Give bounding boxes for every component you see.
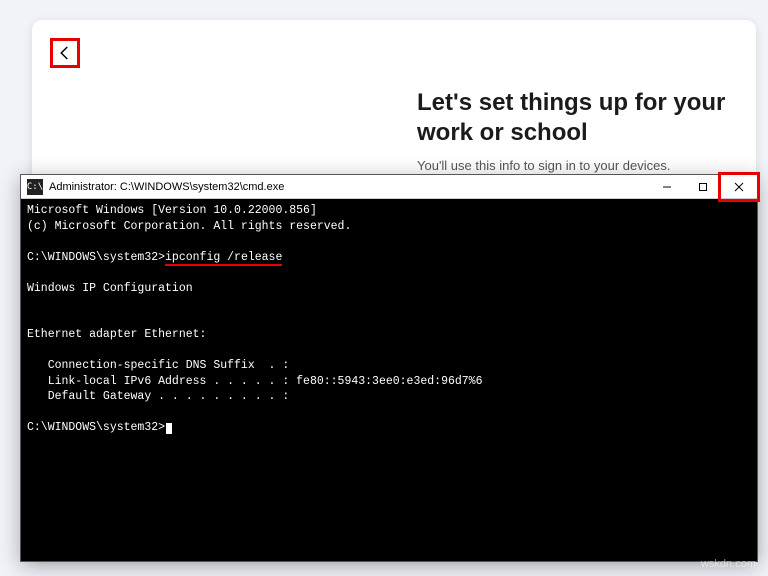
cmd-prompt-1-path: C:\WINDOWS\system32> <box>27 251 165 264</box>
cmd-prompt-1-command: ipconfig /release <box>165 251 282 264</box>
close-icon <box>734 182 744 192</box>
window-controls <box>649 175 757 198</box>
minimize-button[interactable] <box>649 175 685 198</box>
cmd-line-copyright: (c) Microsoft Corporation. All rights re… <box>27 220 351 233</box>
cmd-line-version: Microsoft Windows [Version 10.0.22000.85… <box>27 204 317 217</box>
cmd-prompt-2: C:\WINDOWS\system32> <box>27 421 165 434</box>
cmd-line-dns: Connection-specific DNS Suffix . : <box>27 359 289 372</box>
oobe-subtitle: You'll use this info to sign in to your … <box>417 158 737 173</box>
cmd-titlebar[interactable]: C:\ Administrator: C:\WINDOWS\system32\c… <box>21 175 757 199</box>
oobe-heading: Let's set things up for your work or sch… <box>417 88 737 148</box>
maximize-icon <box>698 182 708 192</box>
cmd-line-ipv6: Link-local IPv6 Address . . . . . : fe80… <box>27 375 482 388</box>
cmd-line-ipconfig-header: Windows IP Configuration <box>27 282 193 295</box>
cmd-window: C:\ Administrator: C:\WINDOWS\system32\c… <box>20 174 758 562</box>
minimize-icon <box>662 182 672 192</box>
back-button[interactable] <box>50 38 80 68</box>
cmd-line-gateway: Default Gateway . . . . . . . . . : <box>27 390 289 403</box>
arrow-left-icon <box>56 44 74 62</box>
cmd-window-title: Administrator: C:\WINDOWS\system32\cmd.e… <box>49 181 649 193</box>
cmd-line-adapter: Ethernet adapter Ethernet: <box>27 328 206 341</box>
cmd-cursor <box>166 423 172 434</box>
close-button[interactable] <box>721 175 757 198</box>
maximize-button[interactable] <box>685 175 721 198</box>
cmd-icon: C:\ <box>27 179 43 195</box>
cmd-body[interactable]: Microsoft Windows [Version 10.0.22000.85… <box>21 199 757 561</box>
